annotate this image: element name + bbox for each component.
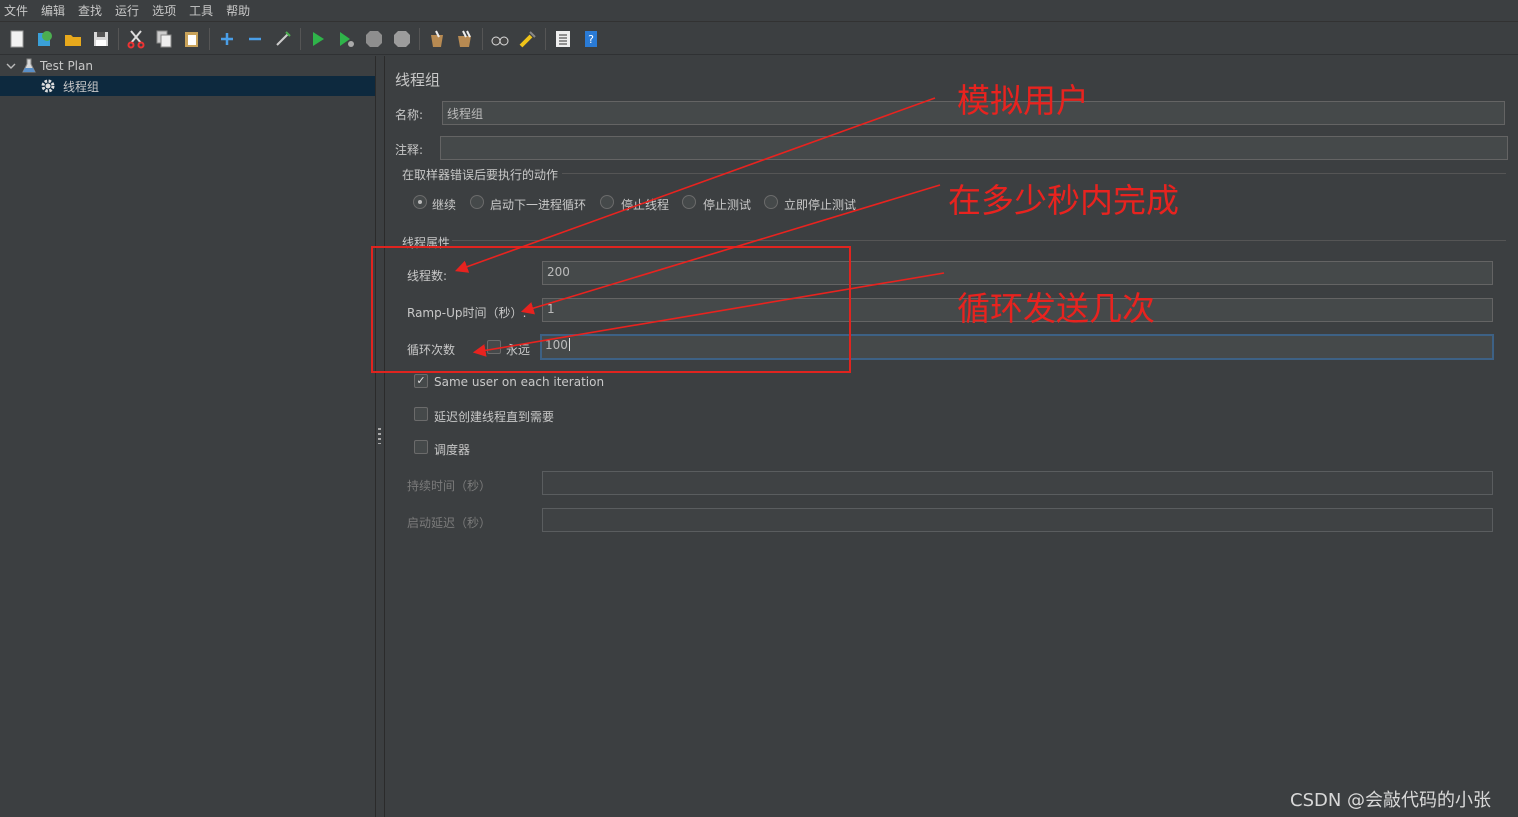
thread-group-panel: 线程组 名称: 线程组 注释: 在取样器错误后要执行的动作 继续 启动下一进程循…: [386, 56, 1518, 817]
radio-start-next-loop-label: 启动下一进程循环: [490, 198, 587, 212]
chevron-down-icon[interactable]: [4, 61, 18, 71]
tree-node-label: Test Plan: [40, 59, 93, 73]
menu-file[interactable]: 文件: [4, 2, 28, 19]
comment-field[interactable]: [440, 136, 1508, 160]
toolbar-separator: [545, 27, 546, 50]
radio-start-next-loop[interactable]: [470, 195, 484, 209]
function-helper-icon[interactable]: [552, 28, 574, 50]
flask-icon: [18, 58, 40, 74]
duration-field[interactable]: [542, 471, 1493, 495]
group-divider: [452, 240, 1506, 241]
radio-stop-test[interactable]: [682, 195, 696, 209]
same-user-label: Same user on each iteration: [434, 375, 605, 389]
tree-node-test-plan[interactable]: Test Plan: [0, 56, 375, 76]
toolbar-separator: [300, 27, 301, 50]
paste-icon[interactable]: [181, 28, 203, 50]
annotation-loop-times: 循环发送几次: [957, 289, 1155, 328]
start-no-pause-icon[interactable]: [335, 28, 357, 50]
delay-create-label: 延迟创建线程直到需要: [434, 410, 555, 424]
radio-stop-thread[interactable]: [600, 195, 614, 209]
clear-icon[interactable]: [426, 28, 448, 50]
svg-text:?: ?: [588, 33, 594, 46]
panel-title: 线程组: [395, 71, 441, 89]
same-user-checkbox[interactable]: ✓: [414, 374, 428, 388]
scheduler-label: 调度器: [434, 443, 471, 457]
startup-delay-field[interactable]: [542, 508, 1493, 532]
test-plan-tree: Test Plan 线程组: [0, 56, 376, 817]
annotation-simulate-users: 模拟用户: [957, 81, 1089, 120]
menu-bar: 文件 编辑 查找 运行 选项 工具 帮助: [0, 0, 1518, 22]
tree-node-thread-group[interactable]: 线程组: [0, 76, 375, 96]
radio-stop-test-label: 停止测试: [703, 198, 752, 212]
gear-icon: [40, 78, 60, 94]
toolbar-separator: [118, 27, 119, 50]
menu-options[interactable]: 选项: [152, 2, 176, 19]
menu-edit[interactable]: 编辑: [41, 2, 65, 19]
new-icon[interactable]: [6, 28, 28, 50]
stop-icon[interactable]: [363, 28, 385, 50]
help-icon[interactable]: ?: [580, 28, 602, 50]
toolbar-separator: [209, 27, 210, 50]
comment-label: 注释:: [395, 143, 424, 157]
radio-stop-test-now-label: 立即停止测试: [784, 198, 857, 212]
toggle-icon[interactable]: [272, 28, 294, 50]
highlight-box: [371, 246, 851, 373]
radio-continue[interactable]: [413, 195, 427, 209]
error-action-group-label: 在取样器错误后要执行的动作: [402, 168, 559, 182]
radio-stop-thread-label: 停止线程: [621, 198, 670, 212]
reset-search-icon[interactable]: [517, 28, 539, 50]
shutdown-icon[interactable]: [391, 28, 413, 50]
watermark: CSDN @会敲代码的小张: [1290, 790, 1492, 811]
menu-run[interactable]: 运行: [115, 2, 139, 19]
duration-label: 持续时间（秒）: [407, 479, 492, 493]
templates-icon[interactable]: [34, 28, 56, 50]
search-icon[interactable]: [489, 28, 511, 50]
collapse-icon[interactable]: [244, 28, 266, 50]
tree-node-label: 线程组: [63, 79, 100, 94]
clear-all-icon[interactable]: [454, 28, 476, 50]
menu-tools[interactable]: 工具: [189, 2, 213, 19]
splitter[interactable]: [376, 56, 385, 817]
cut-icon[interactable]: [125, 28, 147, 50]
start-icon[interactable]: [307, 28, 329, 50]
menu-search[interactable]: 查找: [78, 2, 102, 19]
delay-create-checkbox[interactable]: [414, 407, 428, 421]
toolbar: ?: [0, 23, 1518, 55]
name-label: 名称:: [395, 108, 424, 122]
radio-continue-label: 继续: [432, 198, 457, 212]
open-icon[interactable]: [62, 28, 84, 50]
copy-icon[interactable]: [153, 28, 175, 50]
expand-icon[interactable]: [216, 28, 238, 50]
radio-stop-test-now[interactable]: [764, 195, 778, 209]
splitter-handle[interactable]: [378, 428, 381, 444]
save-icon[interactable]: [90, 28, 112, 50]
scheduler-checkbox[interactable]: [414, 440, 428, 454]
toolbar-separator: [419, 27, 420, 50]
startup-delay-label: 启动延迟（秒）: [407, 516, 492, 530]
annotation-within-seconds: 在多少秒内完成: [948, 181, 1179, 220]
menu-help[interactable]: 帮助: [226, 2, 250, 19]
toolbar-separator: [482, 27, 483, 50]
